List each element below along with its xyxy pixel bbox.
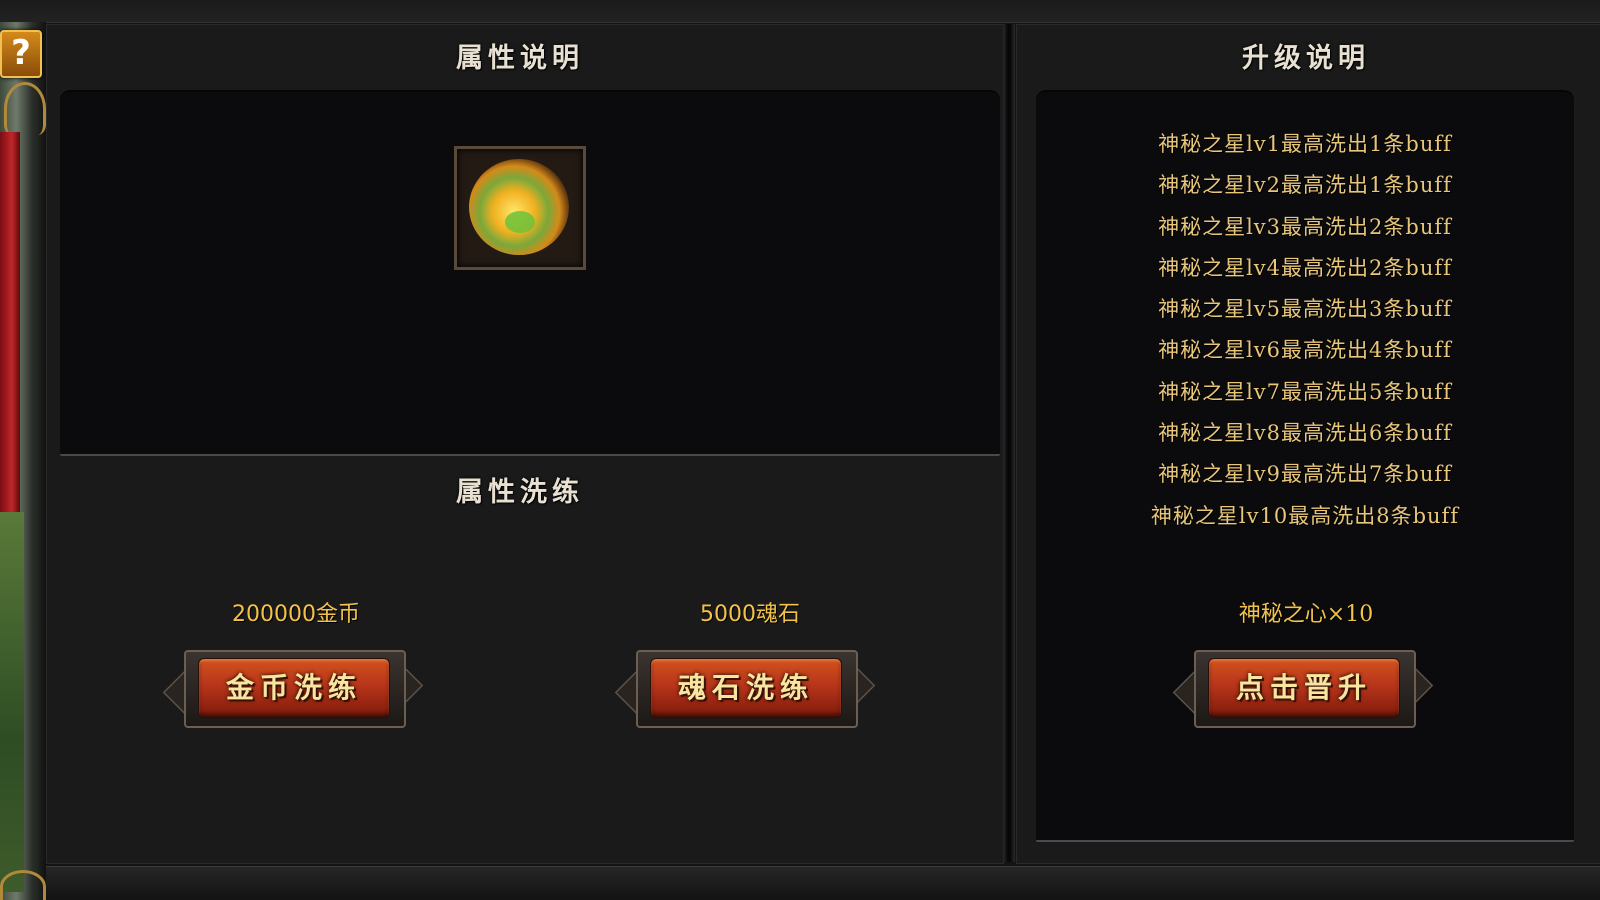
gold-refine-button[interactable]: 金币洗练 [162,648,424,728]
top-strip [0,0,1600,23]
soulstone-refine-button-label: 魂石洗练 [650,658,842,718]
upgrade-level-list: 神秘之星lv1最高洗出1条buff 神秘之星lv2最高洗出1条buff 神秘之星… [1036,124,1574,537]
help-button[interactable]: ? [0,30,42,78]
attribute-description-box [60,90,1000,456]
mystic-star-orb-icon [469,159,569,255]
upgrade-button-label: 点击晋升 [1208,658,1400,718]
upgrade-level-item: 神秘之星lv2最高洗出1条buff [1158,173,1452,198]
upgrade-level-item: 神秘之星lv4最高洗出2条buff [1158,255,1452,280]
upgrade-cost: 神秘之心×10 [1238,602,1374,627]
game-window: ? 属性说明 属性洗练 200000金币 5000魂石 金币洗练 魂石洗练 升级… [0,0,1600,900]
upgrade-level-item: 神秘之星lv6最高洗出4条buff [1158,338,1452,363]
item-slot[interactable] [454,146,586,270]
soulstone-refine-button[interactable]: 魂石洗练 [614,648,876,728]
upgrade-level-item: 神秘之星lv1最高洗出1条buff [1158,132,1452,156]
panel-divider [1003,24,1015,862]
attribute-description-title: 属性说明 [456,43,584,74]
upgrade-description-title: 升级说明 [1242,43,1370,74]
background-scenery-edge [0,22,46,900]
red-ribbon-ornament [0,132,20,512]
upgrade-button[interactable]: 点击晋升 [1172,648,1434,728]
gold-refine-button-label: 金币洗练 [198,658,390,718]
greenery-ornament [0,512,24,892]
upgrade-level-item: 神秘之星lv3最高洗出2条buff [1158,214,1452,239]
bottom-strip [46,866,1600,900]
soulstone-refine-cost: 5000魂石 [700,602,800,627]
gold-scroll-ornament [4,82,46,135]
upgrade-level-item: 神秘之星lv5最高洗出3条buff [1158,297,1452,322]
upgrade-level-item: 神秘之星lv10最高洗出8条buff [1150,503,1460,528]
gold-refine-cost: 200000金币 [232,602,360,627]
attribute-refine-title: 属性洗练 [456,477,584,508]
gold-corner-ornament [0,870,46,900]
upgrade-level-item: 神秘之星lv8最高洗出6条buff [1158,421,1452,446]
upgrade-level-item: 神秘之星lv7最高洗出5条buff [1158,379,1452,404]
upgrade-level-item: 神秘之星lv9最高洗出7条buff [1158,462,1452,487]
